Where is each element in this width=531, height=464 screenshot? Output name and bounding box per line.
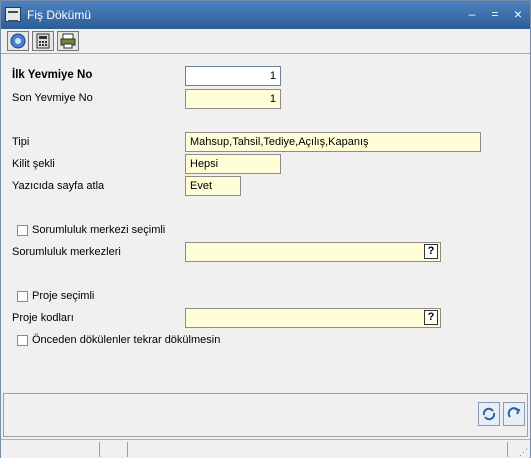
sorumluluk-lookup-button[interactable]: ? xyxy=(424,244,438,259)
proje-kodlari-input[interactable]: ? xyxy=(185,308,441,328)
son-yevmiye-input[interactable]: 1 xyxy=(185,89,281,109)
window-title: Fiş Dökümü xyxy=(27,8,92,22)
proje-lookup-button[interactable]: ? xyxy=(424,310,438,325)
app-icon xyxy=(5,7,21,22)
calculator-icon xyxy=(36,33,50,49)
undo-icon xyxy=(507,407,521,418)
tipi-input[interactable]: Mahsup,Tahsil,Tediye,Açılış,Kapanış xyxy=(185,132,481,152)
proje-checkbox[interactable] xyxy=(17,291,28,302)
status-segment-2 xyxy=(99,442,128,457)
yazicida-label: Yazıcıda sayfa atla xyxy=(12,180,105,192)
status-segment-1 xyxy=(1,442,100,457)
sorumluluk-checkbox[interactable] xyxy=(17,225,28,236)
help-icon xyxy=(10,33,26,49)
print-button[interactable] xyxy=(57,31,79,51)
proje-checkbox-label[interactable]: Proje seçimli xyxy=(32,290,94,302)
proje-kodlari-label: Proje kodları xyxy=(12,312,74,324)
toolbar xyxy=(1,29,530,54)
onceden-checkbox-label[interactable]: Önceden dökülenler tekrar dökülmesin xyxy=(32,334,220,346)
resize-grip-icon[interactable]: ⋰ xyxy=(519,447,528,458)
kilit-input[interactable]: Hepsi xyxy=(185,154,281,174)
close-button[interactable]: × xyxy=(509,6,527,22)
refresh-icon xyxy=(482,407,496,421)
undo-button[interactable] xyxy=(503,402,525,426)
ilk-yevmiye-label: İlk Yevmiye No xyxy=(12,69,93,81)
sorumluluk-checkbox-label[interactable]: Sorumluluk merkezi seçimli xyxy=(32,224,165,236)
status-segment-3 xyxy=(127,442,508,457)
maximize-button[interactable]: = xyxy=(486,6,504,22)
onceden-checkbox[interactable] xyxy=(17,335,28,346)
calculator-button[interactable] xyxy=(32,31,54,51)
action-panel xyxy=(3,393,528,437)
help-button[interactable] xyxy=(7,31,29,51)
tipi-label: Tipi xyxy=(12,136,30,148)
kilit-label: Kilit şekli xyxy=(12,158,55,170)
son-yevmiye-label: Son Yevmiye No xyxy=(12,92,93,104)
yazicida-input[interactable]: Evet xyxy=(185,176,241,196)
title-bar: Fiş Dökümü – = × xyxy=(1,1,530,29)
printer-icon xyxy=(60,33,76,49)
minimize-button[interactable]: – xyxy=(463,6,481,22)
background-strip xyxy=(0,458,531,464)
refresh-button[interactable] xyxy=(478,402,500,426)
fis-dokumu-window: Fiş Dökümü – = × İlk Yevmiye No 1 Son Ye… xyxy=(0,0,531,459)
sorumluluk-merkezleri-input[interactable]: ? xyxy=(185,242,441,262)
status-bar: ⋰ xyxy=(1,439,530,459)
sorumluluk-merkezleri-label: Sorumluluk merkezleri xyxy=(12,246,121,258)
ilk-yevmiye-input[interactable]: 1 xyxy=(185,66,281,86)
